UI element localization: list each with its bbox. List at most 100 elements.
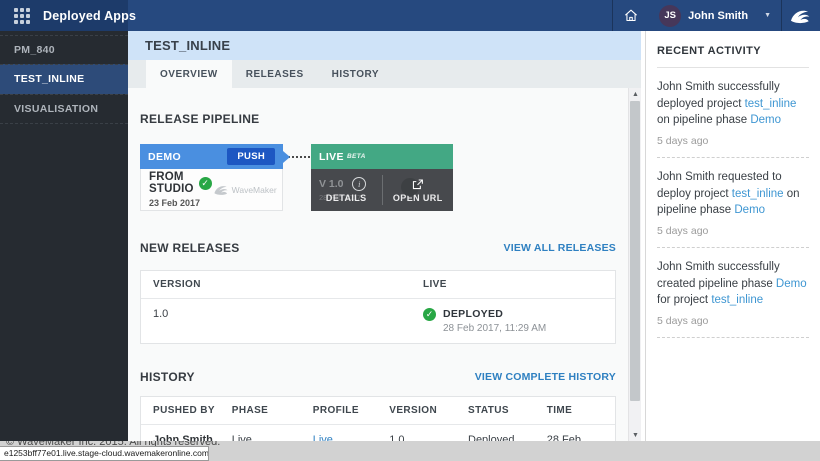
- wavemaker-gray-icon: [212, 182, 229, 197]
- demo-card-body: FROM STUDIO ✓ 23 Feb 2017 WaveMaker: [140, 169, 283, 211]
- column-phase: PHASE: [232, 405, 313, 416]
- details-label: DETAILS: [326, 193, 367, 203]
- open-url-button[interactable]: OPEN URL: [383, 169, 454, 211]
- scrollbar-thumb[interactable]: [630, 101, 640, 401]
- demo-card-header: DEMO PUSH: [140, 144, 283, 169]
- tab-releases[interactable]: RELEASES: [232, 60, 318, 88]
- live-card-body: V 1.0 28 Feb 2017 i DETAILS OPEN URL: [311, 169, 453, 211]
- activity-text-part: for project: [657, 294, 711, 306]
- column-version: VERSION: [153, 279, 423, 290]
- open-url-label: OPEN URL: [393, 193, 443, 203]
- demo-deploy-date: 23 Feb 2017: [149, 198, 212, 208]
- history-table: PUSHED BY PHASE PROFILE VERSION STATUS T…: [140, 396, 616, 441]
- brand-area: Deployed Apps: [0, 0, 128, 31]
- tab-overview[interactable]: OVERVIEW: [146, 60, 232, 88]
- history-heading: HISTORY: [140, 370, 195, 384]
- column-status: STATUS: [468, 405, 547, 416]
- live-phase-label: LIVE: [319, 151, 344, 163]
- browser-status-url: e1253bff77e01.live.stage-cloud.wavemaker…: [0, 446, 209, 461]
- chevron-down-icon: ▼: [764, 12, 771, 19]
- release-pipeline-heading: RELEASE PIPELINE: [140, 112, 616, 126]
- app-title: Deployed Apps: [43, 9, 136, 23]
- live-phase-card: LIVE BETA V 1.0 28 Feb 2017 i DETAILS: [311, 144, 453, 211]
- deployed-check-icon: ✓: [423, 308, 436, 321]
- activity-text-part: on pipeline phase: [657, 114, 750, 126]
- view-complete-history-link[interactable]: VIEW COMPLETE HISTORY: [475, 371, 616, 383]
- history-profile-link[interactable]: Live: [313, 434, 390, 441]
- sidebar-item-test-inline[interactable]: TEST_INLINE: [0, 64, 128, 94]
- success-check-icon: ✓: [199, 177, 212, 190]
- column-version: VERSION: [389, 405, 468, 416]
- column-time: TIME: [547, 405, 603, 416]
- user-name: John Smith: [688, 10, 748, 22]
- project-link[interactable]: test_inline: [711, 294, 763, 306]
- phase-link[interactable]: Demo: [776, 278, 807, 290]
- column-profile: PROFILE: [313, 405, 390, 416]
- demo-phase-label: DEMO: [148, 151, 181, 163]
- avatar: JS: [659, 5, 681, 27]
- top-bar-right: JS John Smith ▼: [612, 0, 816, 31]
- view-all-releases-link[interactable]: VIEW ALL RELEASES: [504, 242, 617, 254]
- history-phase: Live: [232, 434, 313, 441]
- user-menu[interactable]: JS John Smith ▼: [649, 0, 781, 31]
- live-card-header: LIVE BETA: [311, 144, 453, 169]
- demo-source: FROM STUDIO ✓ 23 Feb 2017: [149, 171, 212, 208]
- column-live: LIVE: [423, 279, 603, 290]
- new-releases-heading: NEW RELEASES: [140, 241, 240, 255]
- activity-time: 5 days ago: [657, 135, 809, 147]
- open-url-icon: [411, 178, 424, 191]
- footer-bar: © WaveMaker Inc. 2015. All rights reserv…: [0, 441, 820, 461]
- activity-text: John Smith successfully deployed project…: [657, 79, 809, 129]
- table-row: 1.0 ✓ DEPLOYED 28 Feb 2017, 11:29 AM: [141, 298, 615, 343]
- home-icon: [623, 8, 639, 23]
- wavemaker-logo-icon[interactable]: [782, 0, 816, 31]
- history-pushed-by: John Smith: [153, 434, 232, 441]
- demo-phase-card: DEMO PUSH FROM STUDIO ✓ 23 Feb 2017 W: [140, 144, 283, 211]
- info-icon: i: [352, 177, 366, 191]
- sidebar-item-visualisation[interactable]: VISUALISATION: [0, 94, 128, 124]
- release-version: 1.0: [153, 308, 423, 320]
- project-link[interactable]: test_inline: [745, 98, 797, 110]
- activity-text: John Smith requested to deploy project t…: [657, 169, 809, 219]
- history-table-header: PUSHED BY PHASE PROFILE VERSION STATUS T…: [141, 397, 615, 424]
- activity-text-part: John Smith successfully created pipeline…: [657, 261, 780, 290]
- activity-time: 5 days ago: [657, 225, 809, 237]
- history-time: 28 Feb 2017,: [547, 434, 603, 441]
- deployed-time: 28 Feb 2017, 11:29 AM: [443, 323, 546, 334]
- deployed-status: ✓ DEPLOYED 28 Feb 2017, 11:29 AM: [423, 308, 603, 334]
- pipeline-cards: DEMO PUSH FROM STUDIO ✓ 23 Feb 2017 W: [140, 144, 616, 211]
- history-status: Deployed: [468, 434, 547, 441]
- activity-item: John Smith successfully created pipeline…: [657, 248, 809, 338]
- tab-history[interactable]: HISTORY: [318, 60, 393, 88]
- column-pushed-by: PUSHED BY: [153, 405, 232, 416]
- recent-activity-heading: RECENT ACTIVITY: [657, 31, 809, 68]
- top-bar: Deployed Apps JS John Smith ▼: [0, 0, 820, 31]
- pipeline-arrow: [283, 151, 290, 163]
- apps-grid-icon[interactable]: [14, 8, 30, 24]
- push-button[interactable]: PUSH: [227, 148, 275, 165]
- details-button[interactable]: i DETAILS: [311, 169, 382, 211]
- project-link[interactable]: test_inline: [732, 188, 784, 200]
- recent-activity-panel: RECENT ACTIVITY John Smith successfully …: [645, 31, 820, 441]
- activity-time: 5 days ago: [657, 315, 809, 327]
- from-studio-label: FROM STUDIO: [149, 171, 194, 195]
- wavemaker-watermark: WaveMaker: [212, 182, 277, 197]
- activity-text: John Smith successfully created pipeline…: [657, 259, 809, 309]
- phase-link[interactable]: Demo: [750, 114, 781, 126]
- history-version: 1.0: [389, 434, 468, 441]
- main-content: RELEASE PIPELINE DEMO PUSH FROM STUDIO ✓…: [128, 88, 628, 441]
- sidebar-item-pm-840[interactable]: PM_840: [0, 35, 128, 64]
- app-window: Deployed Apps JS John Smith ▼ PM_840 TES…: [0, 0, 820, 461]
- page-header: TEST_INLINE: [128, 31, 641, 60]
- beta-badge: BETA: [347, 153, 366, 160]
- deployed-label: DEPLOYED: [443, 308, 503, 320]
- new-releases-table: VERSION LIVE 1.0 ✓ DEPLOYED 28 Feb 2017,…: [140, 270, 616, 344]
- activity-item: John Smith requested to deploy project t…: [657, 158, 809, 248]
- vertical-scrollbar[interactable]: ▲ ▼: [628, 88, 641, 441]
- activity-item: John Smith successfully deployed project…: [657, 68, 809, 158]
- new-releases-table-header: VERSION LIVE: [141, 271, 615, 298]
- phase-link[interactable]: Demo: [734, 204, 765, 216]
- table-row: John Smith Live Live 1.0 Deployed 28 Feb…: [141, 424, 615, 441]
- home-button[interactable]: [613, 0, 649, 31]
- sidebar: PM_840 TEST_INLINE VISUALISATION: [0, 31, 128, 441]
